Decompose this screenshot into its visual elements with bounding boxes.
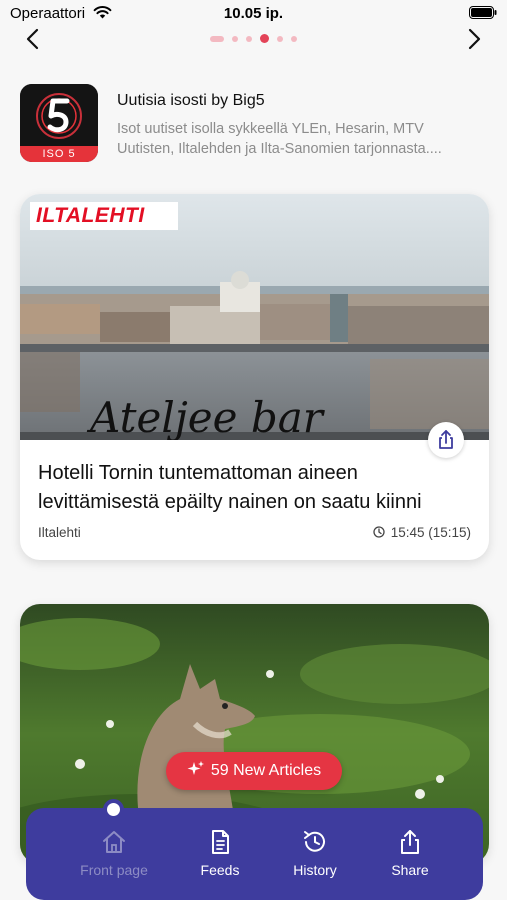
home-icon [103,831,125,853]
article-time: 15:45 (15:15) [373,525,471,540]
svg-text:Ateljee bar: Ateljee bar [86,393,326,440]
tab-label: History [293,862,337,878]
article-title[interactable]: Hotelli Tornin tuntemattoman aineen levi… [38,459,478,517]
page-dot-active [260,34,269,43]
feed-description: Isot uutiset isolla sykkeellä YLEn, Hesa… [117,121,442,157]
sparkle-icon [187,761,204,775]
page-dot [246,35,252,42]
new-articles-button[interactable]: 59 New Articles [166,752,342,790]
chevron-right-icon[interactable] [463,26,485,52]
page-navigation [0,26,507,52]
tab-label: Feeds [200,862,240,878]
new-articles-label: 59 New Articles [210,762,322,779]
clock-icon [373,526,385,538]
share-icon [439,430,453,449]
page-dot [232,35,238,42]
source-logo-text: ILTALEHTI [36,204,145,227]
source-logo: ILTALEHTI [30,202,178,230]
share-article-button[interactable] [428,422,464,458]
page-dot [291,35,297,42]
document-icon [212,830,229,854]
feed-logo: ISO 5 [20,84,98,162]
active-tab-indicator [103,799,124,820]
iso5-logo-icon [20,84,98,146]
page-dot [277,35,283,42]
tab-history[interactable]: History [265,822,365,892]
share-icon [401,830,419,854]
tab-bar: Front page Feeds History Share [26,808,483,900]
article-source: Iltalehti [38,525,81,540]
article-card[interactable]: Ateljee bar ILTALEHTI Hotelli Tornin tun… [20,194,489,560]
tab-share[interactable]: Share [360,822,460,892]
tab-label: Front page [80,862,148,878]
feed-title: Uutisia isosti by Big5 [117,92,265,109]
feed-header: ISO 5 Uutisia isosti by Big5 Isot uutise… [20,84,487,164]
tab-front-page[interactable]: Front page [64,822,164,892]
article-image: Ateljee bar [20,194,489,440]
battery-icon [469,6,497,19]
history-icon [304,831,325,852]
feed-logo-label: ISO 5 [20,146,98,162]
article-time-label: 15:45 (15:15) [390,525,471,540]
tab-label: Share [391,862,429,878]
tab-feeds[interactable]: Feeds [170,822,270,892]
page-dot [210,35,224,42]
status-bar: Operaattori 10.05 ip. [0,0,507,28]
page-indicator [0,34,507,43]
status-time: 10.05 ip. [223,5,284,22]
